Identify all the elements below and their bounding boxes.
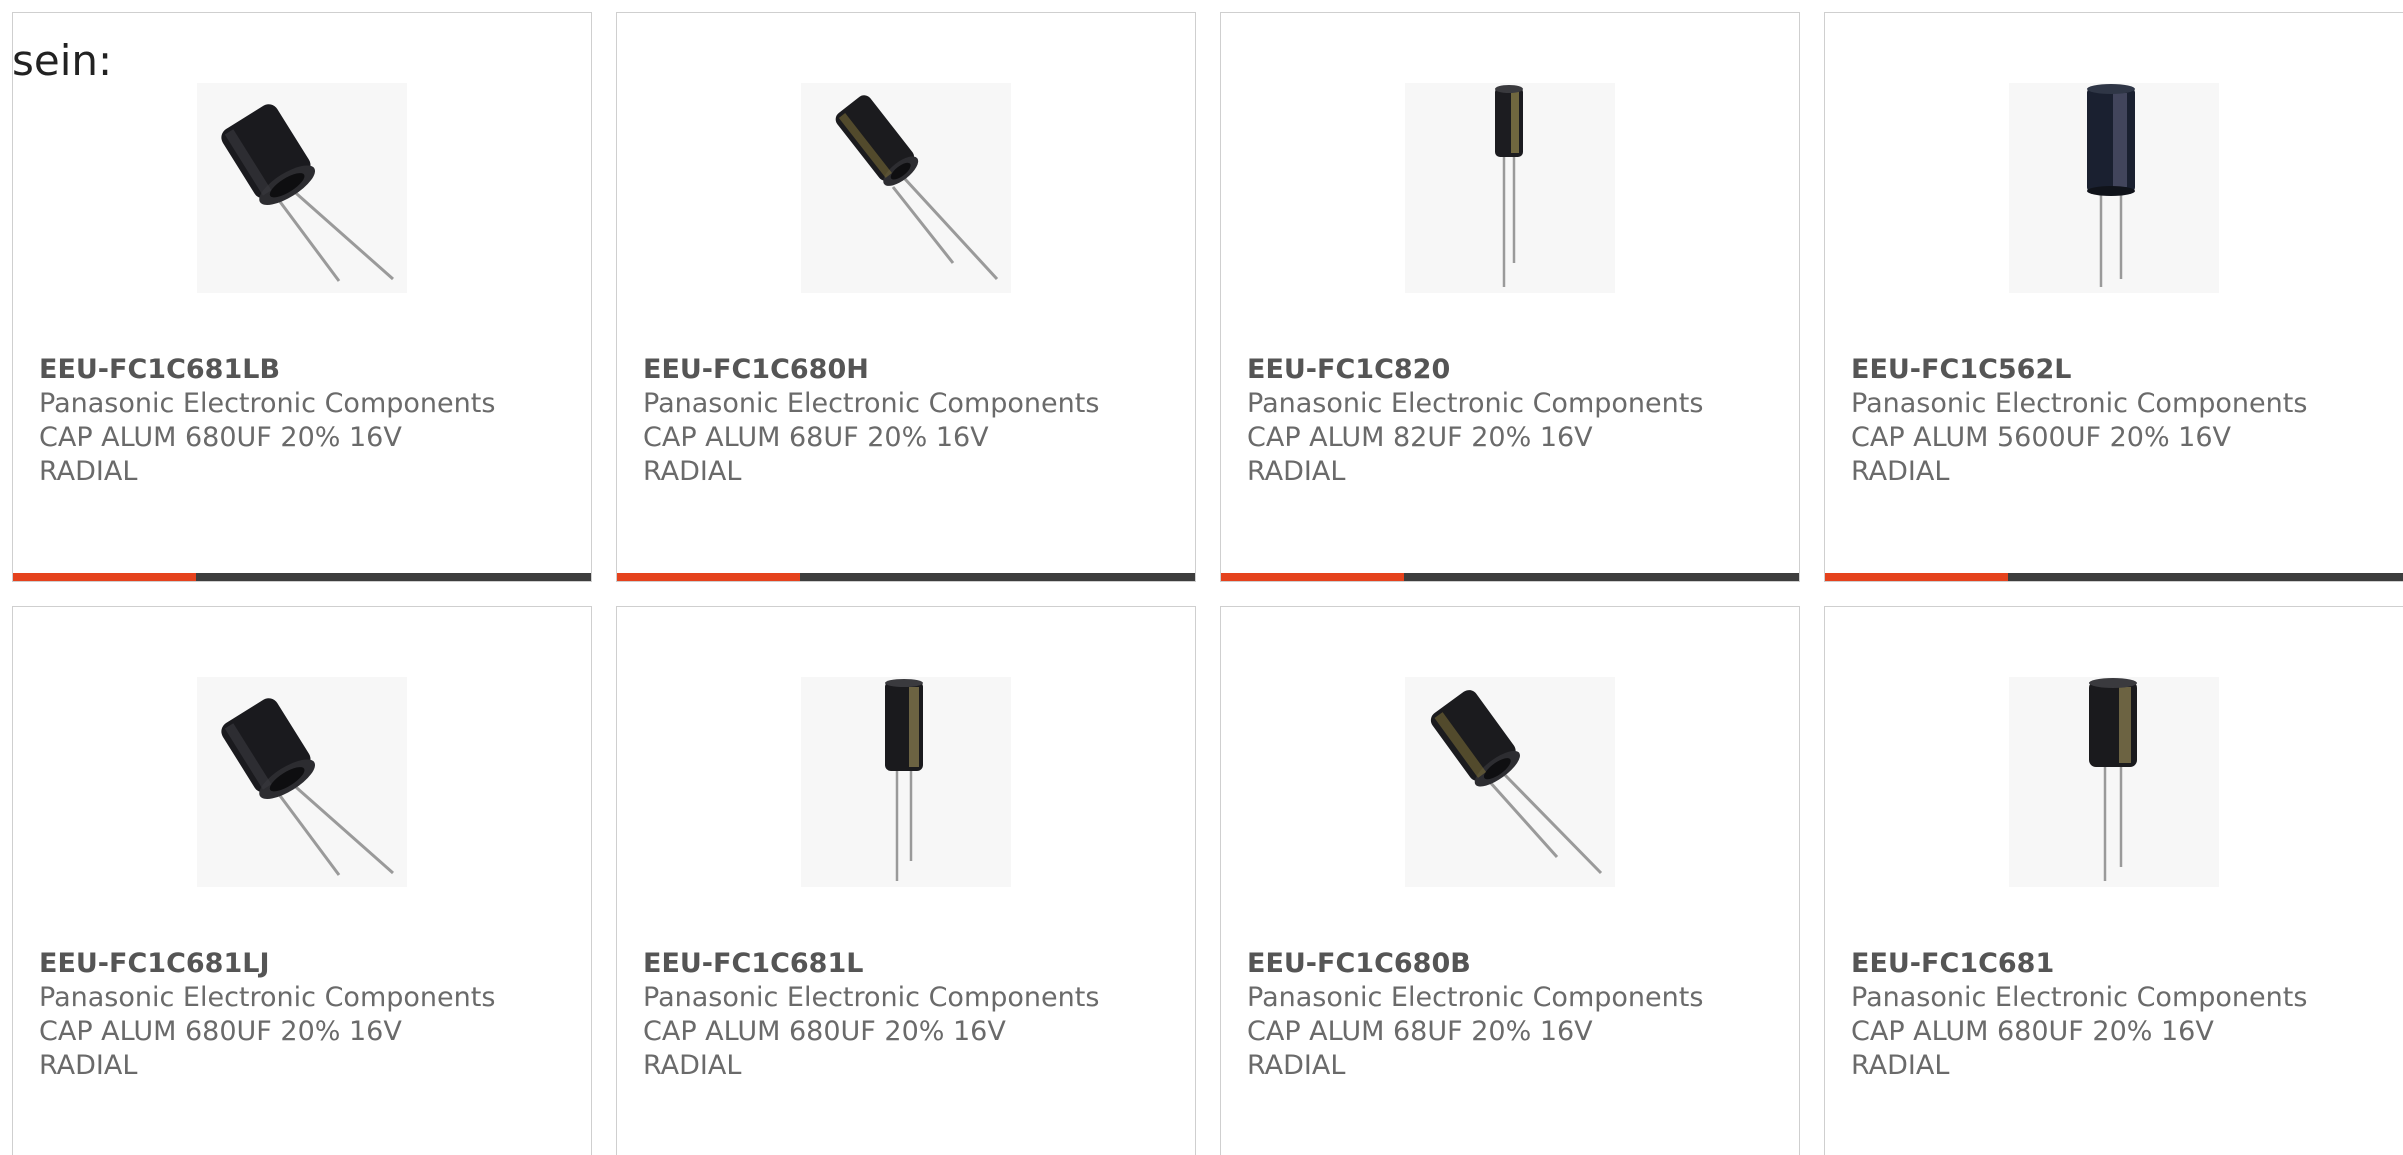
product-info: EEU-FC1C681 Panasonic Electronic Compone… <box>1851 947 2383 1083</box>
product-card[interactable]: EEU-FC1C681L Panasonic Electronic Compon… <box>616 606 1196 1155</box>
manufacturer: Panasonic Electronic Components <box>39 388 496 419</box>
card-bottom-bar <box>13 573 591 581</box>
part-number-link[interactable]: EEU-FC1C681 <box>1851 947 2383 981</box>
product-image[interactable] <box>801 677 1011 887</box>
description: CAP ALUM 82UF 20% 16V <box>1247 422 1593 453</box>
part-number-link[interactable]: EEU-FC1C680B <box>1247 947 1779 981</box>
product-image[interactable] <box>1405 677 1615 887</box>
part-number-link[interactable]: EEU-FC1C820 <box>1247 353 1779 387</box>
capacitor-upright-icon <box>1495 85 1523 287</box>
product-card[interactable]: EEU-FC1C562L Panasonic Electronic Compon… <box>1824 12 2403 582</box>
capacitor-upright-icon <box>885 679 923 881</box>
product-grid: EEU-FC1C681LB Panasonic Electronic Compo… <box>12 12 2403 1155</box>
product-image[interactable] <box>2009 677 2219 887</box>
description: CAP ALUM 5600UF 20% 16V <box>1851 422 2232 453</box>
description: CAP ALUM 680UF 20% 16V <box>39 1016 402 1047</box>
part-number-link[interactable]: EEU-FC1C681LB <box>39 353 571 387</box>
manufacturer: Panasonic Electronic Components <box>39 982 496 1013</box>
card-accent <box>1221 573 1404 581</box>
card-bottom-bar <box>1221 573 1799 581</box>
manufacturer: Panasonic Electronic Components <box>1851 982 2308 1013</box>
product-card[interactable]: EEU-FC1C681LB Panasonic Electronic Compo… <box>12 12 592 582</box>
product-info: EEU-FC1C681L Panasonic Electronic Compon… <box>643 947 1175 1083</box>
part-number-link[interactable]: EEU-FC1C680H <box>643 353 1175 387</box>
capacitor-angled-icon <box>221 698 394 876</box>
capacitor-angled-icon <box>221 104 394 282</box>
description-package: RADIAL <box>1247 456 1346 487</box>
description-package: RADIAL <box>1247 1050 1346 1081</box>
product-info: EEU-FC1C820 Panasonic Electronic Compone… <box>1247 353 1779 489</box>
description: CAP ALUM 68UF 20% 16V <box>1247 1016 1593 1047</box>
card-bottom-bar <box>617 573 1195 581</box>
description-package: RADIAL <box>1851 456 1950 487</box>
product-card[interactable]: EEU-FC1C681LJ Panasonic Electronic Compo… <box>12 606 592 1155</box>
description: CAP ALUM 680UF 20% 16V <box>39 422 402 453</box>
product-image[interactable] <box>197 83 407 293</box>
description-package: RADIAL <box>643 456 742 487</box>
capacitor-upright-icon <box>2087 84 2135 287</box>
description: CAP ALUM 680UF 20% 16V <box>1851 1016 2214 1047</box>
description: CAP ALUM 68UF 20% 16V <box>643 422 989 453</box>
description-package: RADIAL <box>643 1050 742 1081</box>
product-info: EEU-FC1C680H Panasonic Electronic Compon… <box>643 353 1175 489</box>
product-card[interactable]: EEU-FC1C680H Panasonic Electronic Compon… <box>616 12 1196 582</box>
manufacturer: Panasonic Electronic Components <box>643 388 1100 419</box>
intro-text: sein: <box>12 36 113 85</box>
product-image[interactable] <box>1405 83 1615 293</box>
description-package: RADIAL <box>39 1050 138 1081</box>
description-package: RADIAL <box>1851 1050 1950 1081</box>
product-card[interactable]: EEU-FC1C681 Panasonic Electronic Compone… <box>1824 606 2403 1155</box>
card-accent <box>1825 573 2008 581</box>
product-info: EEU-FC1C681LJ Panasonic Electronic Compo… <box>39 947 571 1083</box>
part-number-link[interactable]: EEU-FC1C562L <box>1851 353 2383 387</box>
description-package: RADIAL <box>39 456 138 487</box>
product-image[interactable] <box>2009 83 2219 293</box>
capacitor-angled-icon <box>1430 690 1603 875</box>
manufacturer: Panasonic Electronic Components <box>1247 982 1704 1013</box>
product-info: EEU-FC1C680B Panasonic Electronic Compon… <box>1247 947 1779 1083</box>
product-info: EEU-FC1C681LB Panasonic Electronic Compo… <box>39 353 571 489</box>
product-image[interactable] <box>197 677 407 887</box>
manufacturer: Panasonic Electronic Components <box>643 982 1100 1013</box>
part-number-link[interactable]: EEU-FC1C681L <box>643 947 1175 981</box>
part-number-link[interactable]: EEU-FC1C681LJ <box>39 947 571 981</box>
product-grid-page: sein: EEU-FC1C681LB Panasonic Electronic… <box>0 0 2403 1155</box>
product-info: EEU-FC1C562L Panasonic Electronic Compon… <box>1851 353 2383 489</box>
capacitor-angled-icon <box>835 95 999 281</box>
card-accent <box>13 573 196 581</box>
product-card[interactable]: EEU-FC1C820 Panasonic Electronic Compone… <box>1220 12 1800 582</box>
manufacturer: Panasonic Electronic Components <box>1247 388 1704 419</box>
product-image[interactable] <box>801 83 1011 293</box>
card-accent <box>617 573 800 581</box>
product-card[interactable]: EEU-FC1C680B Panasonic Electronic Compon… <box>1220 606 1800 1155</box>
capacitor-upright-icon <box>2089 678 2137 881</box>
description: CAP ALUM 680UF 20% 16V <box>643 1016 1006 1047</box>
card-bottom-bar <box>1825 573 2403 581</box>
manufacturer: Panasonic Electronic Components <box>1851 388 2308 419</box>
